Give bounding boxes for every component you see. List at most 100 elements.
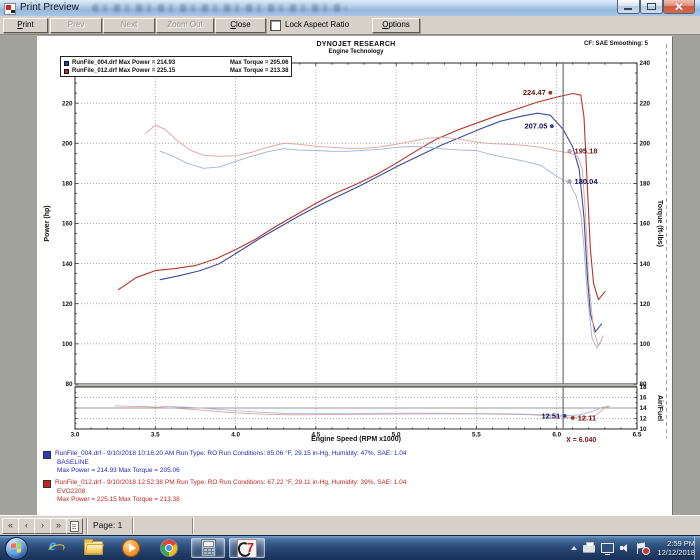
system-tray	[571, 536, 648, 560]
run-info-line: RunFile_004.drf - 9/10/2018 10:16:20 AM …	[55, 450, 407, 458]
print-preview-window: Print Preview Print Prev Next Zoom Out C…	[0, 0, 700, 536]
svg-text:6.5: 6.5	[633, 432, 642, 439]
maximize-button[interactable]	[640, 0, 663, 14]
report-subtitle: Engine Technology	[75, 49, 637, 55]
next-page-button[interactable]: ›	[34, 518, 51, 534]
taskbar-clock[interactable]: 2:59 PM 12/12/2018	[657, 539, 695, 557]
svg-text:12.51: 12.51	[541, 411, 560, 420]
network-tray-icon[interactable]	[601, 543, 614, 553]
run-summary: RunFile_004.drf - 9/10/2018 10:16:20 AM …	[43, 450, 407, 508]
first-page-button[interactable]: «	[2, 518, 19, 534]
lock-aspect-ratio-label: Lock Aspect Ratio	[285, 20, 349, 29]
svg-text:100: 100	[640, 341, 651, 348]
svg-text:220: 220	[62, 100, 73, 107]
app-icon	[4, 3, 16, 15]
winpep7-icon	[237, 539, 257, 558]
statusbar-separator	[192, 518, 194, 534]
close-preview-button[interactable]: Close	[215, 18, 266, 33]
run-max-values: Max Power = 225.15 Max Torque = 213.38	[57, 496, 407, 504]
svg-text:12: 12	[640, 416, 648, 423]
taskbar-item-calculator[interactable]	[191, 538, 225, 558]
svg-text:200: 200	[640, 140, 651, 147]
page-number-label: Page: 1	[93, 520, 122, 530]
legend-row: RunFile_004.drf Max Power = 214.93 Max T…	[64, 59, 288, 67]
run-name: BASELINE	[57, 459, 407, 467]
internet-explorer-icon	[47, 539, 63, 557]
legend-swatch-red	[64, 69, 69, 74]
run-swatch-blue	[43, 451, 51, 459]
svg-text:4.0: 4.0	[231, 432, 240, 439]
svg-text:240: 240	[640, 60, 651, 67]
titlebar-background-text	[92, 4, 347, 12]
svg-text:14: 14	[640, 405, 648, 412]
titlebar[interactable]: Print Preview	[0, 0, 700, 17]
taskbar: 2:59 PM 12/12/2018	[0, 535, 700, 560]
close-button[interactable]	[663, 0, 695, 14]
prev-page-button[interactable]: ‹	[18, 518, 35, 534]
legend-row: RunFile_012.drf Max Power = 225.15 Max T…	[64, 67, 288, 75]
prev-button[interactable]: Prev	[50, 18, 102, 33]
next-button[interactable]: Next	[103, 18, 155, 33]
options-button[interactable]: Options	[372, 18, 420, 33]
calculator-icon	[201, 539, 216, 557]
legend-swatch-blue	[64, 61, 69, 66]
statusbar: « ‹ › » Page: 1	[0, 515, 700, 536]
minimize-button[interactable]	[617, 0, 640, 14]
svg-text:3.0: 3.0	[71, 432, 80, 439]
legend-text: RunFile_012.drf Max Power = 225.15	[72, 68, 230, 74]
svg-text:5.5: 5.5	[472, 432, 481, 439]
tray-expand-arrow-icon[interactable]	[571, 546, 577, 550]
last-page-button[interactable]: »	[50, 518, 67, 534]
chart-legend: RunFile_004.drf Max Power = 214.93 Max T…	[60, 56, 292, 77]
screen: Print Preview Print Prev Next Zoom Out C…	[0, 0, 700, 560]
svg-text:120: 120	[640, 301, 651, 308]
svg-text:160: 160	[62, 221, 73, 228]
legend-text: RunFile_004.drf Max Power = 214.93	[72, 60, 230, 66]
correction-factor-label: CF: SAE Smoothing: 5	[584, 41, 648, 47]
taskbar-item-chrome[interactable]	[156, 538, 182, 558]
lock-aspect-ratio-checkbox[interactable]	[270, 20, 281, 31]
window-title: Print Preview	[20, 2, 79, 13]
svg-text:6.0: 6.0	[552, 432, 561, 439]
run-summary-evo: RunFile_012.drf - 9/10/2018 12:52:38 PM …	[43, 479, 407, 504]
window-controls	[617, 0, 695, 14]
maximize-icon	[647, 3, 656, 10]
svg-text:180.04: 180.04	[575, 177, 599, 186]
svg-text:18: 18	[640, 384, 648, 391]
print-button[interactable]: Print	[3, 18, 48, 33]
svg-text:Engine Speed (RPM x1000): Engine Speed (RPM x1000)	[311, 436, 401, 443]
run-info-line: RunFile_012.drf - 9/10/2018 12:52:38 PM …	[55, 479, 406, 487]
start-button[interactable]	[5, 537, 28, 560]
svg-text:220: 220	[640, 100, 651, 107]
svg-text:Power (hp): Power (hp)	[44, 205, 51, 241]
report-page: 2402402202202002001801801601601401401201…	[37, 36, 672, 515]
toolbar: Print Prev Next Zoom Out Close Lock Aspe…	[0, 16, 700, 35]
folder-icon	[84, 541, 103, 555]
taskbar-item-media-player[interactable]	[118, 538, 144, 558]
svg-text:195.18: 195.18	[575, 147, 598, 156]
show-desktop-button[interactable]	[694, 536, 700, 560]
svg-text:3.5: 3.5	[151, 432, 160, 439]
taskbar-item-winpep7[interactable]	[229, 538, 265, 558]
svg-text:100: 100	[62, 341, 73, 348]
zoom-out-button[interactable]: Zoom Out	[156, 18, 214, 33]
preview-workarea: 2402402202202002001801801601601401401201…	[0, 35, 700, 516]
taskbar-item-internet-explorer[interactable]	[42, 538, 68, 558]
svg-text:120: 120	[62, 301, 73, 308]
action-center-flag-icon[interactable]	[637, 543, 648, 554]
run-swatch-red	[43, 480, 51, 488]
clock-date: 12/12/2018	[657, 548, 695, 557]
print-page-button[interactable]	[66, 518, 83, 534]
svg-text:Air/Fuel: Air/Fuel	[656, 395, 663, 421]
printer-tray-icon[interactable]	[583, 545, 595, 552]
page-icon	[70, 521, 79, 532]
svg-text:Torque (ft-lbs): Torque (ft-lbs)	[656, 200, 663, 247]
svg-text:200: 200	[62, 140, 73, 147]
taskbar-item-windows-explorer[interactable]	[80, 538, 106, 558]
dyno-chart: 2402402202202002001801801601601401401201…	[37, 36, 672, 448]
statusbar-separator	[132, 518, 134, 534]
volume-tray-icon[interactable]	[620, 543, 631, 553]
svg-text:80: 80	[65, 381, 73, 388]
svg-text:140: 140	[640, 261, 651, 268]
svg-text:140: 140	[62, 261, 73, 268]
